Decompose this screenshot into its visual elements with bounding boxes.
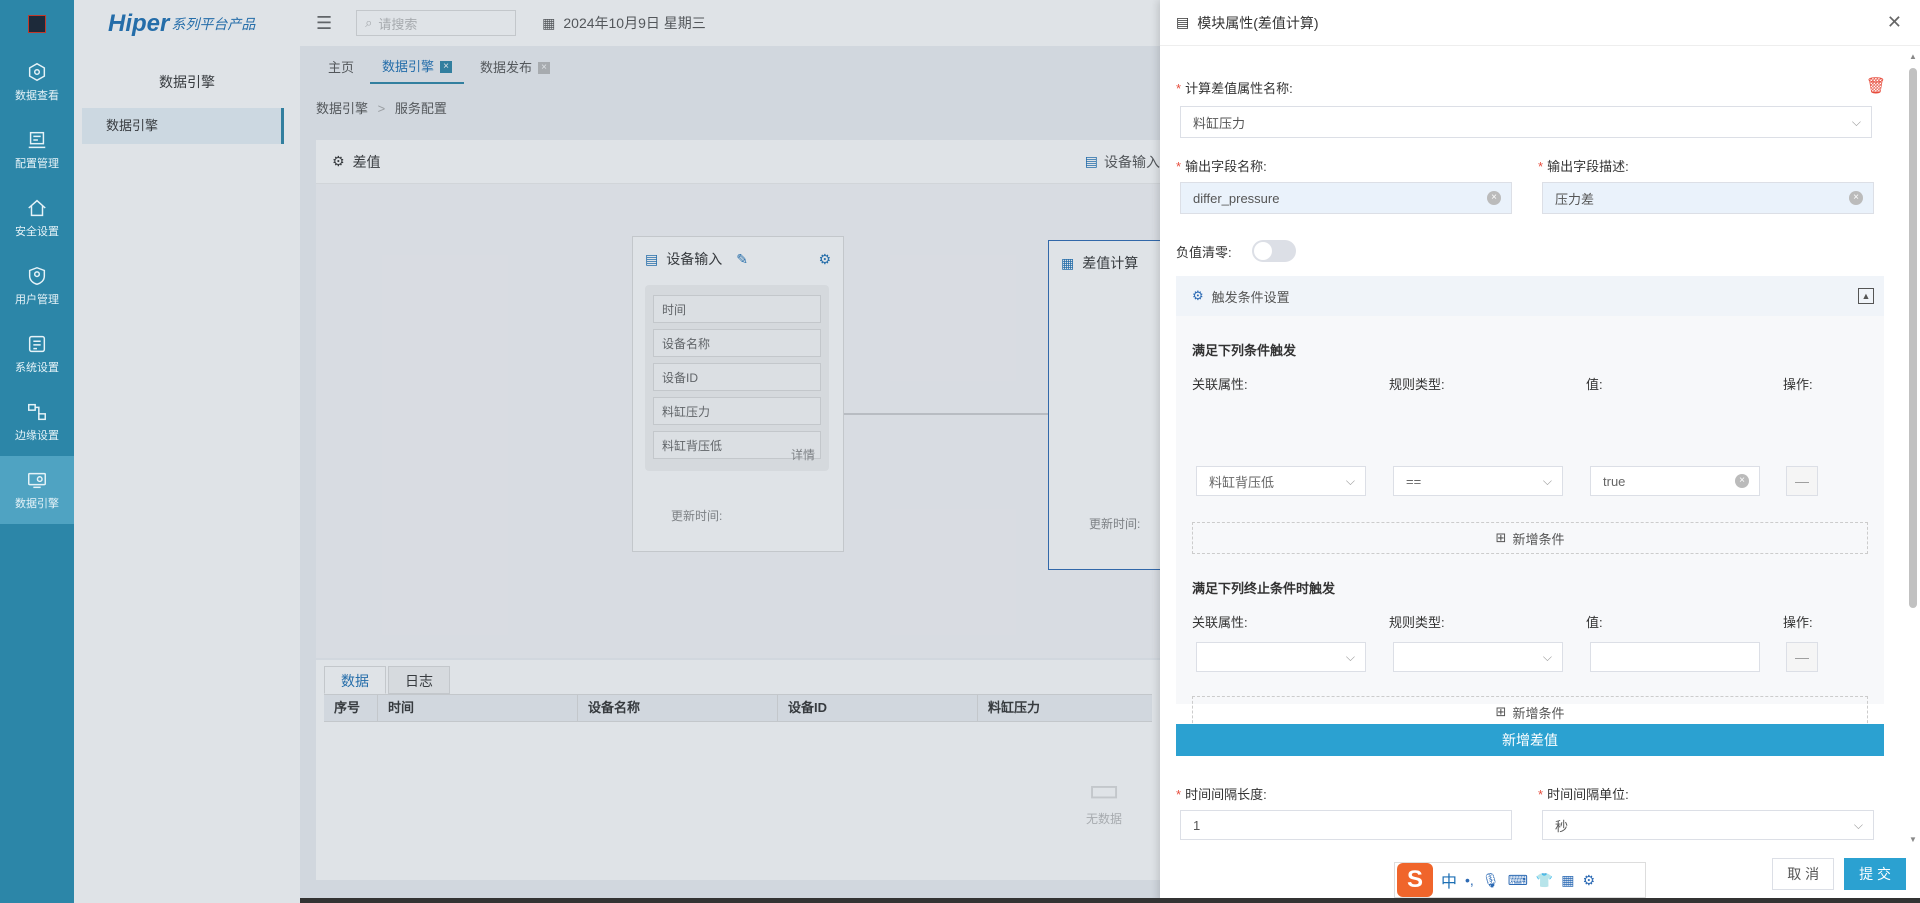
microphone-icon[interactable]: 🎙 [1482, 872, 1500, 889]
rail-item-system[interactable]: 系统设置 [0, 320, 74, 388]
start-rule-select[interactable]: == ⌵ [1393, 466, 1563, 496]
close-icon[interactable]: ✕ [1887, 12, 1902, 33]
drawer-header: ▤ 模块属性(差值计算) [1160, 0, 1920, 46]
rail-item-edge[interactable]: 边缘设置 [0, 388, 74, 456]
out-desc-input[interactable]: 压力差 × [1542, 182, 1874, 214]
settings-icon[interactable]: ⚙ [1582, 872, 1595, 889]
add-icon: ⊞ [1495, 530, 1507, 545]
add-icon: ⊞ [1495, 704, 1507, 719]
clear-icon[interactable]: × [1735, 474, 1749, 488]
skin-icon[interactable]: 👕 [1536, 872, 1553, 889]
neg-zero-label: 负值清零: [1176, 245, 1232, 260]
gear-icon: ⚙ [1192, 288, 1204, 303]
security-icon [28, 199, 46, 217]
rail-item-data-view[interactable]: 数据查看 [0, 48, 74, 116]
interval-unit-label: * 时间间隔单位: [1538, 787, 1629, 802]
calc-attr-label: * 计算差值属性名称: [1176, 81, 1293, 96]
rail-item-engine[interactable]: 数据引擎 [0, 456, 74, 524]
clear-icon[interactable]: × [1487, 191, 1501, 205]
remove-condition-button[interactable]: — [1786, 466, 1818, 496]
col-op-label: 操作: [1783, 615, 1813, 630]
apps-icon[interactable]: ▦ [1561, 872, 1574, 889]
submit-button[interactable]: 提 交 [1844, 858, 1906, 890]
add-diff-button[interactable]: 新增差值 [1176, 724, 1884, 756]
drawer-body: * 计算差值属性名称: 🗑 料缸压力 ⌵ * 输出字段名称: * 输出字段描述: dif… [1176, 62, 1888, 842]
start-attr-select[interactable]: 料缸背压低 ⌵ [1196, 466, 1366, 496]
out-name-input[interactable]: differ_pressure × [1180, 182, 1512, 214]
chevron-down-icon: ⌵ [1345, 649, 1355, 664]
rail-item-security[interactable]: 安全设置 [0, 184, 74, 252]
col-attr-label: 关联属性: [1192, 615, 1248, 630]
rail-item-config[interactable]: 配置管理 [0, 116, 74, 184]
interval-unit-select[interactable]: 秒 ⌵ [1542, 810, 1874, 840]
add-start-condition-button[interactable]: ⊞ 新增条件 [1192, 522, 1868, 554]
remove-condition-button[interactable]: — [1786, 642, 1818, 672]
system-icon [28, 335, 46, 353]
chevron-down-icon: ⌵ [1851, 114, 1861, 129]
punctuation-icon[interactable]: •, [1465, 872, 1474, 888]
icon-rail: 数据查看 配置管理 安全设置 用户管理 系统设置 边缘设置 数据引擎 [0, 0, 74, 903]
sogou-logo-icon[interactable]: S [1397, 863, 1433, 897]
stop-rule-select[interactable]: ⌵ [1393, 642, 1563, 672]
modal-overlay[interactable] [74, 0, 1160, 903]
chevron-down-icon: ⌵ [1345, 473, 1355, 488]
chevron-down-icon: ⌵ [1542, 649, 1552, 664]
col-rule-label: 规则类型: [1389, 615, 1445, 630]
ime-lang-toggle[interactable]: 中 [1441, 868, 1457, 892]
scrollbar-thumb[interactable] [1909, 68, 1917, 608]
col-value-label: 值: [1586, 615, 1603, 630]
rail-item-users[interactable]: 用户管理 [0, 252, 74, 320]
edge-icon [28, 403, 46, 421]
out-desc-label: * 输出字段描述: [1538, 159, 1629, 174]
app-logo [0, 0, 74, 48]
config-icon [28, 131, 46, 149]
user-icon [28, 266, 46, 286]
stop-value-input[interactable] [1590, 642, 1760, 672]
scroll-up-icon[interactable]: ▲ [1908, 52, 1918, 61]
col-value-label: 值: [1586, 377, 1603, 392]
keyboard-icon[interactable]: ⌨ [1508, 872, 1528, 889]
cancel-button[interactable]: 取 消 [1772, 858, 1835, 890]
form-icon: ▤ [1176, 14, 1190, 30]
start-condition-title: 满足下列条件触发 [1192, 343, 1297, 358]
out-name-label: * 输出字段名称: [1176, 159, 1267, 174]
stop-condition-title: 满足下列终止条件时触发 [1192, 581, 1336, 596]
ime-toolbar: S 中 •, 🎙 ⌨ 👕 ▦ ⚙ [1394, 862, 1646, 898]
neg-zero-switch[interactable] [1252, 240, 1296, 262]
trash-icon[interactable]: 🗑 [1866, 76, 1886, 96]
trigger-settings: ⚙ 触发条件设置 ▲ 满足下列条件触发 关联属性: 规则类型: 值: 操作: 料… [1176, 276, 1884, 728]
cube-icon [28, 62, 46, 82]
col-attr-label: 关联属性: [1192, 377, 1248, 392]
interval-len-input[interactable]: 1 [1180, 810, 1512, 840]
scroll-down-icon[interactable]: ▼ [1908, 835, 1918, 844]
module-properties-drawer: ▤ 模块属性(差值计算) ✕ * 计算差值属性名称: 🗑 料缸压力 ⌵ * 输出字段名… [1160, 0, 1920, 903]
chevron-down-icon: ⌵ [1853, 817, 1863, 832]
engine-icon [28, 472, 46, 489]
col-rule-label: 规则类型: [1389, 377, 1445, 392]
chevron-down-icon: ⌵ [1542, 473, 1552, 488]
interval-len-label: * 时间间隔长度: [1176, 787, 1267, 802]
start-value-input[interactable]: true × [1590, 466, 1760, 496]
col-op-label: 操作: [1783, 377, 1813, 392]
taskbar-edge [300, 898, 1920, 903]
drawer-footer: 取 消 提 交 [1772, 858, 1906, 890]
trigger-header[interactable]: ⚙ 触发条件设置 [1176, 276, 1884, 316]
stop-attr-select[interactable]: ⌵ [1196, 642, 1366, 672]
clear-icon[interactable]: × [1849, 191, 1863, 205]
collapse-icon[interactable]: ▲ [1858, 288, 1874, 304]
calc-attr-select[interactable]: 料缸压力 ⌵ [1180, 106, 1872, 138]
scrollbar[interactable]: ▲ ▼ [1908, 50, 1918, 844]
